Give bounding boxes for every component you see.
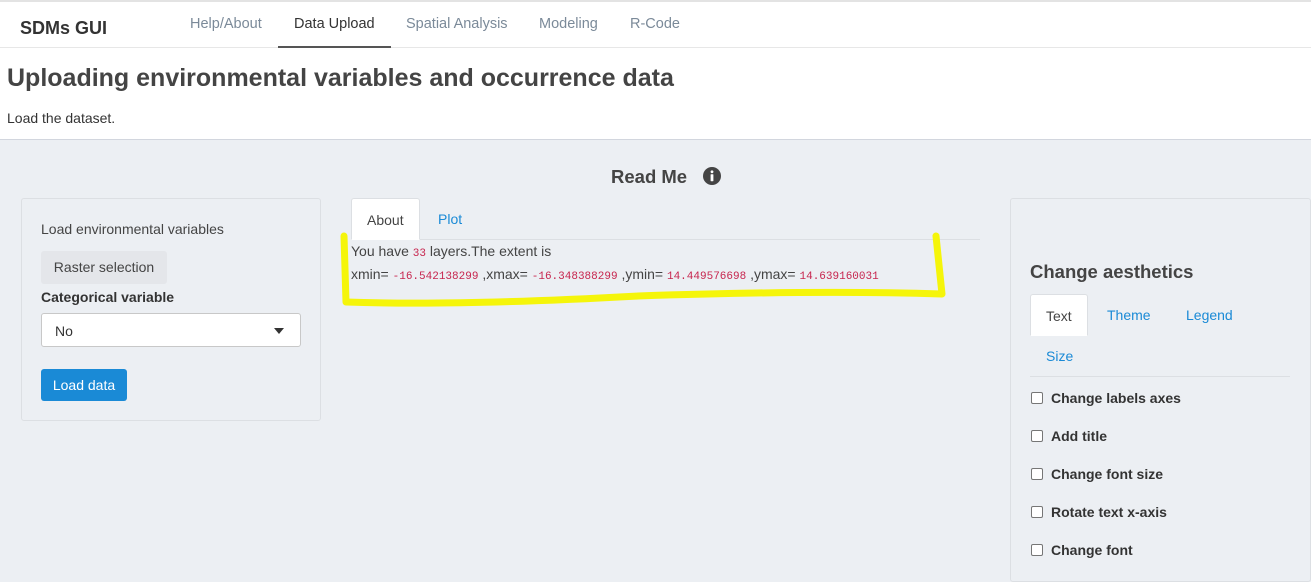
nav-tab-help-about[interactable]: Help/About xyxy=(174,2,278,48)
nav-tab-modeling[interactable]: Modeling xyxy=(523,2,614,48)
nav-tab-data-upload[interactable]: Data Upload xyxy=(278,2,391,48)
top-navbar: SDMs GUI Help/About Data Upload Spatial … xyxy=(0,0,1311,48)
checkbox[interactable] xyxy=(1031,392,1043,404)
page-title: Uploading environmental variables and oc… xyxy=(7,64,674,92)
categorical-variable-label: Categorical variable xyxy=(41,289,175,305)
env-variables-label: Load environmental variables xyxy=(41,221,224,237)
categorical-variable-select[interactable]: No xyxy=(41,313,301,347)
checkbox[interactable] xyxy=(1031,430,1043,442)
tab-legend[interactable]: Legend xyxy=(1171,294,1248,336)
checkbox-label: Change labels axes xyxy=(1051,390,1181,406)
checkbox-label: Change font size xyxy=(1051,466,1164,482)
checkbox-label: Change font xyxy=(1051,542,1133,558)
select-value: No xyxy=(55,323,73,339)
aesthetics-title: Change aesthetics xyxy=(1030,261,1194,282)
nav-tab-spatial-analysis[interactable]: Spatial Analysis xyxy=(390,2,524,48)
load-data-button[interactable]: Load data xyxy=(41,369,127,401)
app-brand: SDMs GUI xyxy=(20,18,108,38)
chevron-down-icon xyxy=(274,328,284,334)
page-subtitle: Load the dataset. xyxy=(7,110,116,126)
checkbox[interactable] xyxy=(1031,544,1043,556)
checkbox-label: Rotate text x-axis xyxy=(1051,504,1167,520)
readme-label: Read Me xyxy=(611,166,688,187)
info-icon[interactable] xyxy=(703,167,721,185)
nav-tab-r-code[interactable]: R-Code xyxy=(614,2,696,48)
tab-theme[interactable]: Theme xyxy=(1092,294,1166,336)
checkbox-label: Add title xyxy=(1051,428,1107,444)
tab-text[interactable]: Text xyxy=(1030,294,1088,336)
highlight-annotation xyxy=(340,232,946,307)
tab-size[interactable]: Size xyxy=(1031,335,1088,377)
raster-selection-button[interactable]: Raster selection xyxy=(41,251,167,284)
checkbox[interactable] xyxy=(1031,506,1043,518)
checkbox[interactable] xyxy=(1031,468,1043,480)
